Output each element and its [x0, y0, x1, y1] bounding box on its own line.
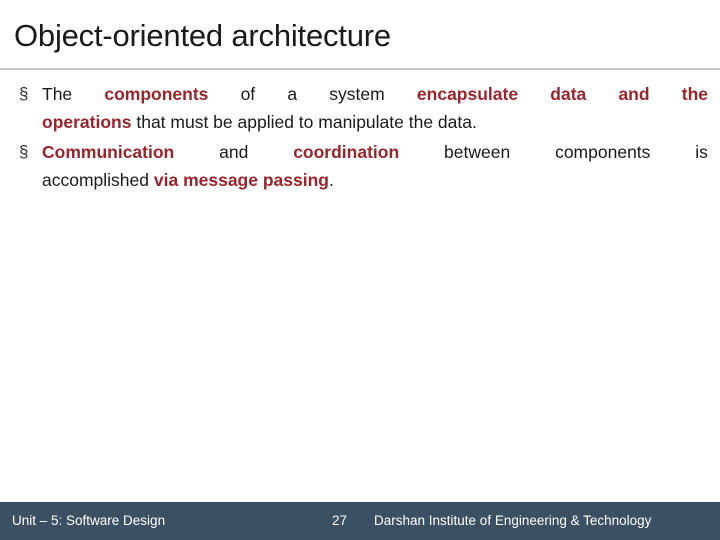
text-fragment-emphasis: components — [104, 84, 209, 104]
slide: Object-oriented architecture § The compo… — [0, 0, 720, 540]
text-fragment: between — [444, 142, 511, 162]
footer-page-number: 27 — [332, 513, 348, 528]
text-fragment: is — [695, 142, 708, 162]
bullet-line: Communication and coordination between c… — [42, 138, 708, 166]
slide-body: § The components of a system encapsulate… — [14, 80, 708, 196]
title-divider — [0, 68, 720, 70]
text-fragment-emphasis: coordination — [293, 142, 400, 162]
bullet-marker-icon: § — [19, 142, 29, 161]
bullet-item: § The components of a system encapsulate… — [14, 80, 708, 136]
text-fragment-emphasis: encapsulate — [416, 84, 519, 104]
text-fragment: components — [555, 142, 651, 162]
footer-institute-label: Darshan Institute of Engineering & Techn… — [374, 513, 652, 528]
text-fragment-emphasis: via message passing — [153, 170, 329, 190]
text-fragment: system — [329, 84, 385, 104]
text-fragment: accomplished — [42, 170, 149, 190]
slide-footer: Unit – 5: Software Design 27 Darshan Ins… — [0, 502, 720, 540]
bullet-item: § Communication and coordination between… — [14, 138, 708, 194]
bullet-line: The components of a system encapsulate d… — [42, 80, 708, 108]
bullet-line: accomplished via message passing. — [42, 166, 708, 194]
text-fragment-emphasis: data — [550, 84, 587, 104]
bullet-line: operations that must be applied to manip… — [42, 108, 708, 136]
page-title: Object-oriented architecture — [14, 18, 391, 53]
text-fragment-emphasis: and — [618, 84, 650, 104]
bullet-marker-icon: § — [19, 84, 29, 103]
footer-unit-label: Unit – 5: Software Design — [12, 513, 166, 528]
text-fragment: . — [328, 170, 334, 190]
text-fragment-emphasis: the — [681, 84, 708, 104]
text-fragment-emphasis: Communication — [42, 142, 175, 162]
text-fragment: of — [240, 84, 256, 104]
text-fragment: and — [219, 142, 249, 162]
text-fragment: The — [42, 84, 73, 104]
text-fragment-emphasis: operations — [42, 112, 132, 132]
text-fragment: a — [287, 84, 298, 104]
text-fragment: that must be applied to manipulate the d… — [136, 112, 477, 132]
